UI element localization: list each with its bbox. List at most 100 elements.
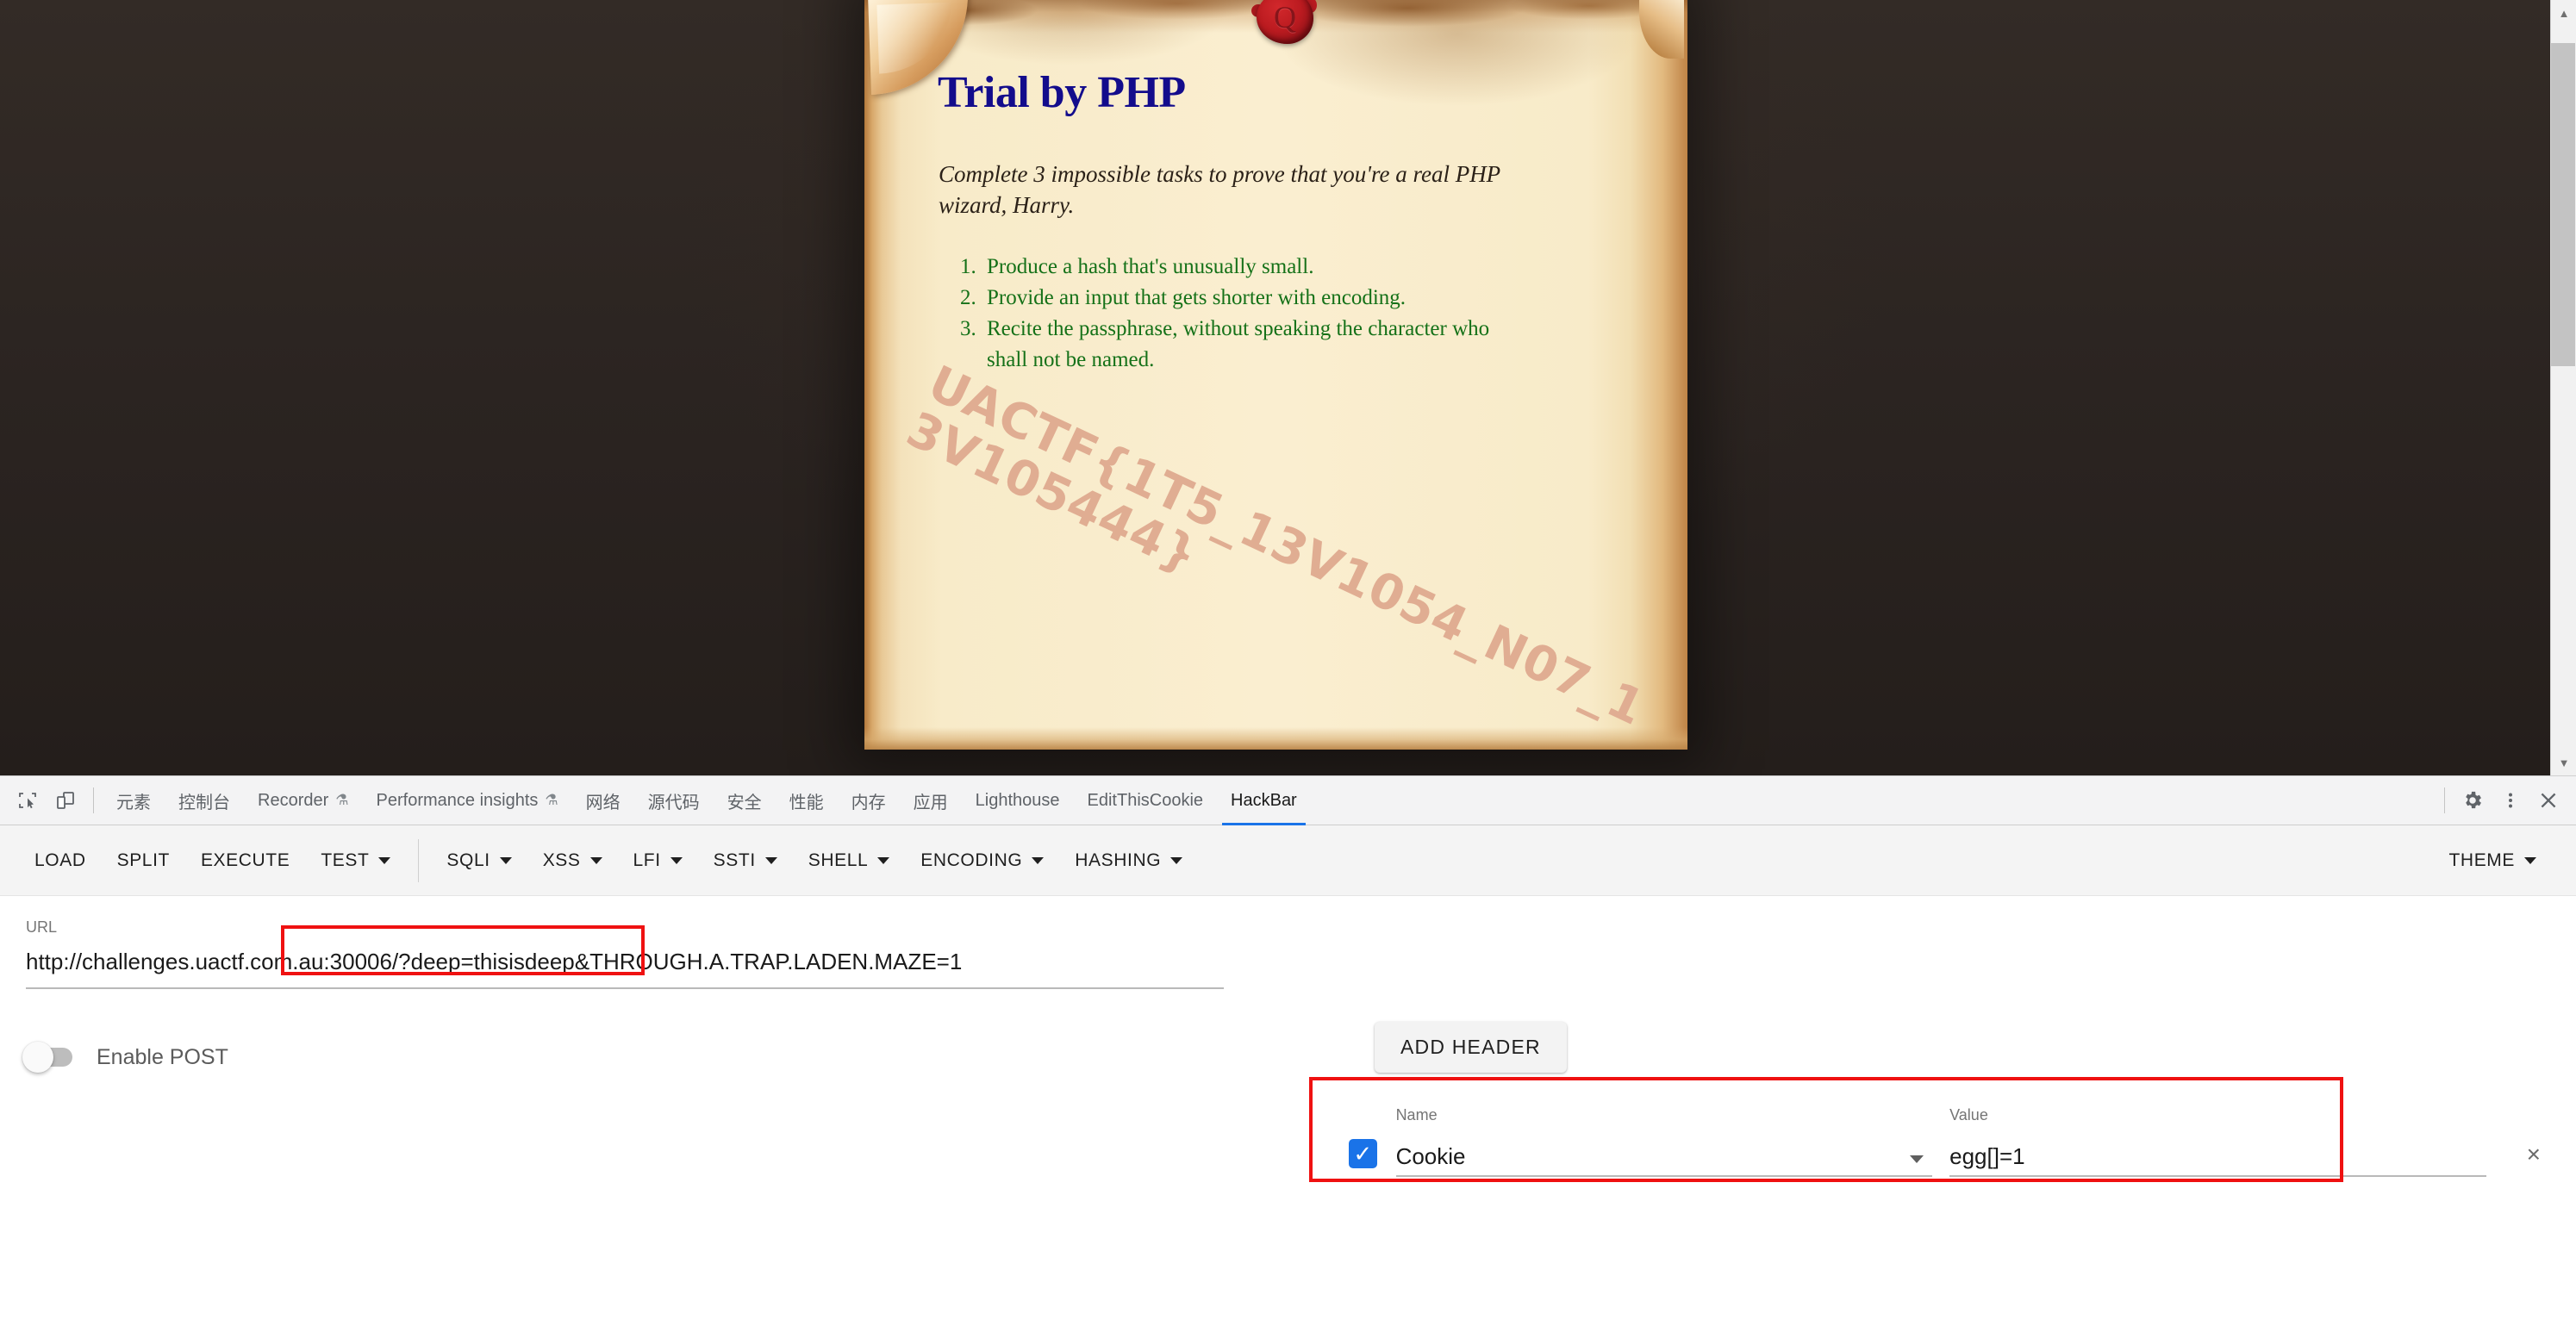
tab-label: 源代码 — [648, 788, 700, 813]
experiment-flask-icon: ⚗ — [335, 792, 348, 809]
button-label: XSS — [543, 850, 581, 871]
header-enabled-checkbox[interactable]: ✓ — [1349, 1139, 1377, 1168]
scroll-down-arrow-icon[interactable]: ▼ — [2551, 753, 2576, 772]
enable-post-toggle[interactable] — [26, 1048, 72, 1067]
tab-console[interactable]: 控制台 — [165, 776, 244, 825]
tab-label: 应用 — [914, 788, 948, 813]
hackbar-xss-menu[interactable]: XSS — [527, 842, 618, 880]
tab-performance-insights[interactable]: Performance insights ⚗ — [363, 776, 572, 825]
button-label: SHELL — [808, 850, 869, 871]
hackbar-shell-menu[interactable]: SHELL — [793, 842, 906, 880]
tab-network[interactable]: 网络 — [572, 776, 634, 825]
browser-page-viewport: Q Trial by PHP Complete 3 impossible tas… — [0, 0, 2576, 775]
tab-label: Performance insights — [377, 791, 539, 811]
settings-gear-icon[interactable] — [2454, 781, 2492, 819]
chevron-down-icon — [1170, 857, 1182, 864]
tab-label: 安全 — [727, 788, 762, 813]
enable-post-label: Enable POST — [97, 1045, 228, 1070]
button-label: SSTI — [714, 850, 756, 871]
chevron-down-icon — [765, 857, 777, 864]
button-label: HASHING — [1075, 850, 1161, 871]
add-header-button[interactable]: ADD HEADER — [1375, 1022, 1567, 1073]
post-row: Enable POST ADD HEADER — [26, 1027, 2550, 1087]
tab-label: 网络 — [586, 788, 621, 813]
chevron-down-icon — [1032, 857, 1044, 864]
remove-header-close-icon[interactable]: × — [2517, 1137, 2550, 1172]
toggle-knob — [22, 1042, 53, 1073]
task-list: Produce a hash that's unusually small. P… — [982, 252, 1625, 376]
tab-label: 元素 — [116, 788, 151, 813]
hackbar-body: URL Enable POST ADD HEADER ✓ Name — [0, 896, 2576, 1177]
hackbar-sqli-menu[interactable]: SQLI — [431, 842, 527, 880]
header-name-label: Name — [1396, 1106, 1438, 1124]
button-label: TEST — [321, 850, 369, 871]
url-field-label: URL — [26, 918, 57, 937]
header-row: ✓ Name Value × — [1349, 1103, 2550, 1177]
button-label: ENCODING — [920, 850, 1022, 871]
scroll-up-arrow-icon[interactable]: ▲ — [2551, 3, 2576, 22]
task-item: Recite the passphrase, without speaking … — [982, 314, 1516, 376]
hackbar-split-button[interactable]: SPLIT — [102, 842, 185, 880]
page-title: Trial by PHP — [938, 67, 1625, 118]
hackbar-ssti-menu[interactable]: SSTI — [698, 842, 793, 880]
devtools-tab-list: 元素 控制台 Recorder ⚗ Performance insights ⚗… — [103, 776, 2436, 825]
tab-hackbar[interactable]: HackBar — [1217, 776, 1311, 825]
tab-label: EditThisCookie — [1088, 791, 1204, 811]
button-label: LOAD — [34, 850, 86, 871]
flag-watermark: UACTF{1T5_13V1054_N07_1 3V105444} — [899, 358, 1535, 727]
header-value-input[interactable] — [1949, 1137, 2486, 1175]
button-label: EXECUTE — [201, 850, 290, 871]
tabbar-divider — [93, 787, 94, 813]
hackbar-toolbar: LOAD SPLIT EXECUTE TEST SQLI XSS LFI SST… — [0, 825, 2576, 896]
parchment-scroll: Q Trial by PHP Complete 3 impossible tas… — [864, 0, 1687, 750]
hackbar-encoding-menu[interactable]: ENCODING — [905, 842, 1059, 880]
hackbar-hashing-menu[interactable]: HASHING — [1059, 842, 1198, 880]
tab-application[interactable]: 应用 — [900, 776, 962, 825]
tab-recorder[interactable]: Recorder ⚗ — [244, 776, 363, 825]
toolbar-divider — [418, 839, 419, 882]
tab-performance[interactable]: 性能 — [776, 776, 838, 825]
tab-sources[interactable]: 源代码 — [634, 776, 714, 825]
tab-label: 内存 — [851, 788, 886, 813]
button-label: SQLI — [446, 850, 490, 871]
tab-security[interactable]: 安全 — [714, 776, 776, 825]
tab-editthiscookie[interactable]: EditThisCookie — [1074, 776, 1218, 825]
url-row: URL — [26, 918, 2550, 1001]
tab-label: 控制台 — [178, 788, 230, 813]
hackbar-test-menu[interactable]: TEST — [305, 842, 406, 880]
chevron-down-icon — [877, 857, 889, 864]
experiment-flask-icon: ⚗ — [545, 792, 558, 809]
tab-label: HackBar — [1231, 791, 1297, 811]
hackbar-theme-menu[interactable]: THEME — [2434, 842, 2553, 880]
button-label: THEME — [2449, 850, 2516, 871]
chevron-down-icon — [590, 857, 602, 864]
inspect-element-icon[interactable] — [9, 781, 47, 819]
task-item: Produce a hash that's unusually small. — [982, 252, 1516, 283]
header-name-underline — [1396, 1175, 1933, 1177]
page-vertical-scrollbar[interactable]: ▲ ▼ — [2550, 0, 2576, 775]
page-scrollbar-thumb[interactable] — [2551, 43, 2575, 366]
header-value-label: Value — [1949, 1106, 1988, 1124]
task-item: Provide an input that gets shorter with … — [982, 283, 1516, 314]
hackbar-load-button[interactable]: LOAD — [19, 842, 102, 880]
tab-label: Lighthouse — [976, 791, 1060, 811]
hackbar-execute-button[interactable]: EXECUTE — [185, 842, 305, 880]
tab-label: Recorder — [258, 791, 328, 811]
chevron-down-icon — [500, 857, 512, 864]
hackbar-lfi-menu[interactable]: LFI — [618, 842, 698, 880]
header-rows: ✓ Name Value × — [26, 1103, 2550, 1177]
header-name-dropdown-chevron-down-icon[interactable] — [1910, 1155, 1924, 1163]
chevron-down-icon — [671, 857, 683, 864]
button-label: LFI — [633, 850, 661, 871]
header-name-field: Name — [1396, 1137, 1933, 1177]
device-toolbar-icon[interactable] — [47, 781, 84, 819]
tab-memory[interactable]: 内存 — [838, 776, 900, 825]
url-input[interactable] — [26, 943, 1224, 980]
header-name-input[interactable] — [1396, 1137, 1933, 1175]
devtools-tabbar-actions — [2436, 781, 2567, 819]
close-devtools-icon[interactable] — [2529, 781, 2567, 819]
tabbar-actions-divider — [2444, 787, 2445, 813]
tab-lighthouse[interactable]: Lighthouse — [962, 776, 1074, 825]
tab-elements[interactable]: 元素 — [103, 776, 165, 825]
more-options-kebab-icon[interactable] — [2492, 781, 2529, 819]
